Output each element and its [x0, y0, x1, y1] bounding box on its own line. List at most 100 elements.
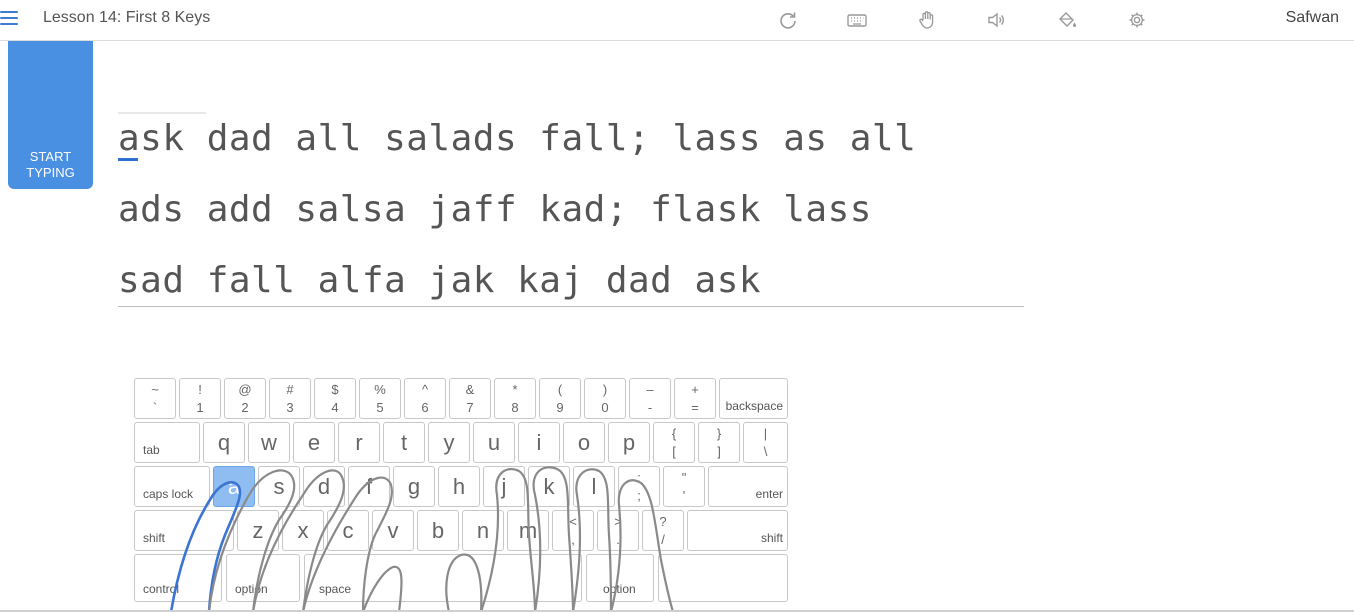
- key-left-bracket[interactable]: {[: [653, 422, 695, 463]
- key-quote[interactable]: " ': [663, 466, 705, 507]
- key-2[interactable]: @2: [224, 378, 266, 419]
- key-label: backspace: [725, 399, 783, 413]
- key-lower: 0: [601, 400, 609, 415]
- key-control[interactable]: control: [134, 554, 222, 602]
- key-caps-lock[interactable]: caps lock: [134, 466, 210, 507]
- key-lower: 4: [331, 400, 339, 415]
- key-k[interactable]: k: [528, 466, 570, 507]
- key-upper: *: [512, 382, 518, 397]
- keyboard-icon[interactable]: [847, 10, 867, 30]
- start-typing-button[interactable]: START TYPING: [8, 41, 93, 189]
- key-lower: `: [152, 400, 158, 415]
- key-upper: ~: [151, 382, 159, 397]
- key-equals[interactable]: + =: [674, 378, 716, 419]
- key-s[interactable]: s: [258, 466, 300, 507]
- key-backspace[interactable]: backspace: [719, 378, 788, 419]
- key-w[interactable]: w: [248, 422, 290, 463]
- key-9[interactable]: (9: [539, 378, 581, 419]
- key-command-right[interactable]: [658, 554, 788, 602]
- key-z[interactable]: z: [237, 510, 279, 551]
- start-typing-label: START TYPING: [26, 149, 75, 180]
- key-c[interactable]: c: [327, 510, 369, 551]
- key-v[interactable]: v: [372, 510, 414, 551]
- key-enter[interactable]: enter: [708, 466, 788, 507]
- key-l[interactable]: l: [573, 466, 615, 507]
- key-0[interactable]: ) 0: [584, 378, 626, 419]
- key-label: z: [252, 518, 264, 543]
- key-a[interactable]: a: [213, 466, 255, 507]
- key-label: l: [591, 474, 597, 499]
- key-label: option: [603, 582, 636, 596]
- key-tab[interactable]: tab: [134, 422, 200, 463]
- key-label: m: [518, 518, 538, 543]
- key-i[interactable]: i: [518, 422, 560, 463]
- key-upper: %: [374, 382, 386, 397]
- key-label: n: [476, 518, 490, 543]
- key-j[interactable]: j: [483, 466, 525, 507]
- key-u[interactable]: u: [473, 422, 515, 463]
- key-e[interactable]: e: [293, 422, 335, 463]
- key-lower: -: [647, 400, 653, 415]
- key-5[interactable]: % 5: [359, 378, 401, 419]
- key-minus[interactable]: – -: [629, 378, 671, 419]
- settings-icon[interactable]: [1127, 10, 1147, 30]
- key-t[interactable]: t: [383, 422, 425, 463]
- key-b[interactable]: b: [417, 510, 459, 551]
- key-8[interactable]: * 8: [494, 378, 536, 419]
- paint-bucket-icon[interactable]: [1057, 10, 1077, 30]
- key-upper: &: [465, 382, 475, 397]
- key-right-bracket[interactable]: }]: [698, 422, 740, 463]
- key-4[interactable]: $4: [314, 378, 356, 419]
- hand-icon[interactable]: [917, 10, 937, 30]
- key-d[interactable]: d: [303, 466, 345, 507]
- key-p[interactable]: p: [608, 422, 650, 463]
- key-upper: >: [614, 514, 622, 529]
- key-label: b: [431, 518, 445, 543]
- key-g[interactable]: g: [393, 466, 435, 507]
- key-option-right[interactable]: option: [586, 554, 654, 602]
- key-6[interactable]: ^ 6: [404, 378, 446, 419]
- key-backslash[interactable]: | \: [743, 422, 788, 463]
- user-name[interactable]: Safwan: [1286, 9, 1339, 27]
- key-label: option: [235, 582, 268, 596]
- key-upper: !: [198, 382, 202, 397]
- key-q[interactable]: q: [203, 422, 245, 463]
- sound-icon[interactable]: [987, 10, 1007, 30]
- key-label: f: [365, 474, 373, 499]
- key-shift-right[interactable]: shift: [687, 510, 788, 551]
- key-r[interactable]: r: [338, 422, 380, 463]
- hamburger-menu-icon[interactable]: [0, 9, 20, 27]
- key-label: g: [407, 474, 421, 499]
- typing-text-area[interactable]: ask dad all salads fall; lass as all ads…: [118, 112, 1024, 307]
- key-semicolon[interactable]: :;: [618, 466, 660, 507]
- key-label: r: [355, 430, 363, 455]
- key-option-left[interactable]: option: [226, 554, 300, 602]
- key-3[interactable]: #3: [269, 378, 311, 419]
- key-label: e: [307, 430, 321, 455]
- key-1[interactable]: ! 1: [179, 378, 221, 419]
- key-upper: @: [238, 382, 252, 397]
- key-lower: 6: [421, 400, 429, 415]
- key-lower: 1: [196, 400, 204, 415]
- restart-icon[interactable]: [778, 10, 798, 30]
- key-x[interactable]: x: [282, 510, 324, 551]
- typing-cursor: [118, 158, 138, 161]
- lesson-title: Lesson 14: First 8 Keys: [43, 9, 211, 26]
- key-upper: }: [716, 426, 722, 441]
- key-n[interactable]: n: [462, 510, 504, 551]
- key-space[interactable]: space: [304, 554, 582, 602]
- on-screen-keyboard: ~ ` ! 1 @2 #3 $4 % 5 ^ 6 & 7 * 8 (9 ) 0 – - + = b…: [131, 375, 791, 612]
- key-7[interactable]: & 7: [449, 378, 491, 419]
- key-label: c: [342, 518, 354, 543]
- key-lower: 3: [286, 400, 294, 415]
- key-backtick[interactable]: ~ `: [134, 378, 176, 419]
- key-f[interactable]: f: [348, 466, 390, 507]
- key-period[interactable]: >.: [597, 510, 639, 551]
- key-comma[interactable]: <,: [552, 510, 594, 551]
- key-m[interactable]: m: [507, 510, 549, 551]
- key-h[interactable]: h: [438, 466, 480, 507]
- key-shift-left[interactable]: shift: [134, 510, 234, 551]
- key-o[interactable]: o: [563, 422, 605, 463]
- key-y[interactable]: y: [428, 422, 470, 463]
- key-slash[interactable]: ? /: [642, 510, 684, 551]
